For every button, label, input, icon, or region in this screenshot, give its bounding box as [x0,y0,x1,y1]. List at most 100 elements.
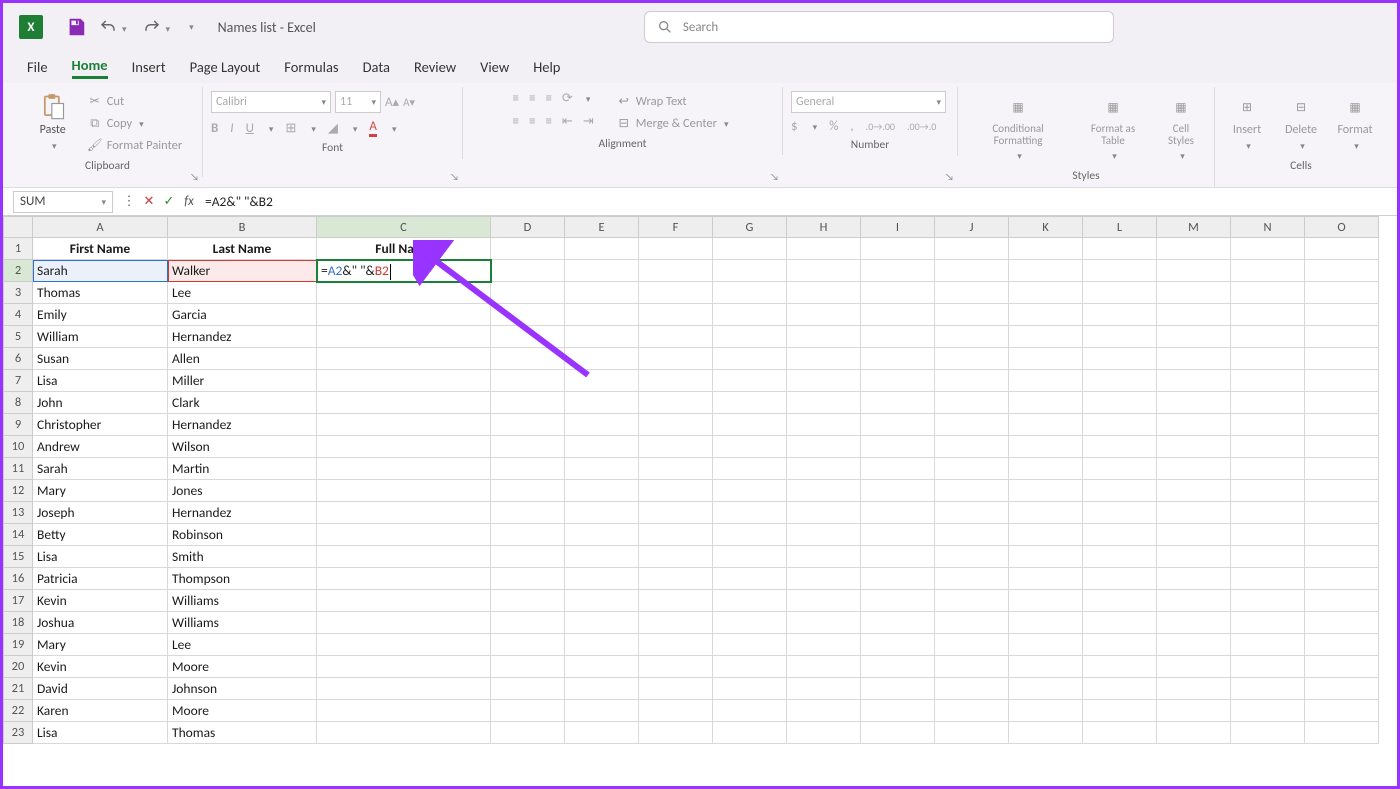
cell-D6[interactable] [491,348,565,370]
cell-L1[interactable] [1083,238,1157,260]
cell-F23[interactable] [639,722,713,744]
cell-I15[interactable] [861,546,935,568]
cell-J23[interactable] [935,722,1009,744]
cell-J20[interactable] [935,656,1009,678]
cell-L7[interactable] [1083,370,1157,392]
cell-A2[interactable]: Sarah [33,260,168,282]
cell-J9[interactable] [935,414,1009,436]
cell-F19[interactable] [639,634,713,656]
cell-O9[interactable] [1305,414,1379,436]
cell-J5[interactable] [935,326,1009,348]
row-header-9[interactable]: 9 [3,414,33,436]
cell-M15[interactable] [1157,546,1231,568]
cell-E19[interactable] [565,634,639,656]
cell-E6[interactable] [565,348,639,370]
cell-N23[interactable] [1231,722,1305,744]
cell-J15[interactable] [935,546,1009,568]
cell-M6[interactable] [1157,348,1231,370]
cell-A9[interactable]: Christopher [33,414,168,436]
cell-A13[interactable]: Joseph [33,502,168,524]
cell-O18[interactable] [1305,612,1379,634]
cell-K4[interactable] [1009,304,1083,326]
cell-I5[interactable] [861,326,935,348]
row-header-21[interactable]: 21 [3,678,33,700]
cell-H2[interactable] [787,260,861,282]
cell-H10[interactable] [787,436,861,458]
row-header-14[interactable]: 14 [3,524,33,546]
row-header-12[interactable]: 12 [3,480,33,502]
cell-N5[interactable] [1231,326,1305,348]
cell-G5[interactable] [713,326,787,348]
cell-E21[interactable] [565,678,639,700]
cell-M7[interactable] [1157,370,1231,392]
italic-button[interactable]: I [230,121,233,136]
cell-N15[interactable] [1231,546,1305,568]
cell-I2[interactable] [861,260,935,282]
cell-E2[interactable] [565,260,639,282]
format-cells-button[interactable]: ▦Format [1331,91,1379,155]
fill-color-button[interactable]: ◢ [328,121,338,136]
cell-B13[interactable]: Hernandez [168,502,317,524]
cell-G9[interactable] [713,414,787,436]
cell-K15[interactable] [1009,546,1083,568]
insert-cells-button[interactable]: ⊞Insert [1223,91,1271,155]
cell-F8[interactable] [639,392,713,414]
cell-M18[interactable] [1157,612,1231,634]
row-header-5[interactable]: 5 [3,326,33,348]
number-format-dropdown[interactable]: General [791,91,946,113]
cell-C14[interactable] [317,524,491,546]
cell-F7[interactable] [639,370,713,392]
font-size-dropdown[interactable]: 11 [335,91,381,113]
row-header-15[interactable]: 15 [3,546,33,568]
tab-review[interactable]: Review [414,58,456,76]
cell-F10[interactable] [639,436,713,458]
cell-D23[interactable] [491,722,565,744]
cell-G15[interactable] [713,546,787,568]
cell-J14[interactable] [935,524,1009,546]
cell-K20[interactable] [1009,656,1083,678]
cell-K23[interactable] [1009,722,1083,744]
row-header-8[interactable]: 8 [3,392,33,414]
cell-N12[interactable] [1231,480,1305,502]
cell-K22[interactable] [1009,700,1083,722]
cell-L5[interactable] [1083,326,1157,348]
number-dialog-launcher[interactable]: ↘ [945,170,954,183]
cell-O3[interactable] [1305,282,1379,304]
cell-B23[interactable]: Thomas [168,722,317,744]
cell-A8[interactable]: John [33,392,168,414]
cell-G8[interactable] [713,392,787,414]
cell-G18[interactable] [713,612,787,634]
tab-page-layout[interactable]: Page Layout [190,58,261,76]
cell-H15[interactable] [787,546,861,568]
cell-C15[interactable] [317,546,491,568]
cell-C18[interactable] [317,612,491,634]
cell-J4[interactable] [935,304,1009,326]
cell-G1[interactable] [713,238,787,260]
orientation-icon[interactable]: ⟳ [562,91,573,106]
cell-H6[interactable] [787,348,861,370]
cell-D4[interactable] [491,304,565,326]
cell-H20[interactable] [787,656,861,678]
enter-formula-button[interactable]: ✓ [159,194,179,209]
cell-O4[interactable] [1305,304,1379,326]
cell-M3[interactable] [1157,282,1231,304]
cell-A15[interactable]: Lisa [33,546,168,568]
cell-L22[interactable] [1083,700,1157,722]
cell-C8[interactable] [317,392,491,414]
cell-K12[interactable] [1009,480,1083,502]
cell-C17[interactable] [317,590,491,612]
cell-O23[interactable] [1305,722,1379,744]
cell-C4[interactable] [317,304,491,326]
tab-data[interactable]: Data [363,58,390,76]
cell-C1[interactable]: Full Name [317,238,491,260]
cell-H12[interactable] [787,480,861,502]
cell-G6[interactable] [713,348,787,370]
cell-K21[interactable] [1009,678,1083,700]
cell-E13[interactable] [565,502,639,524]
cell-A23[interactable]: Lisa [33,722,168,744]
cell-H9[interactable] [787,414,861,436]
cell-I18[interactable] [861,612,935,634]
tab-home[interactable]: Home [72,56,108,79]
cell-F5[interactable] [639,326,713,348]
accounting-format-button[interactable]: $ [791,119,798,134]
